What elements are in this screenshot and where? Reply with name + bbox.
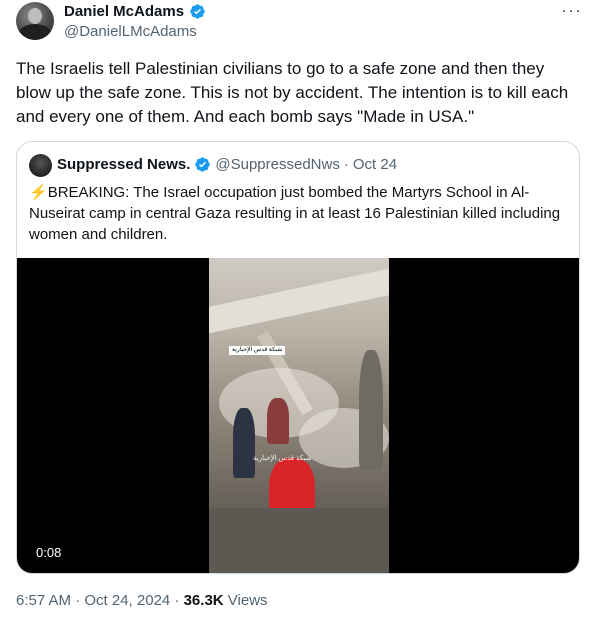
video-timecode: 0:08	[36, 545, 62, 560]
video-frame-image: شبكة قدس الإخبارية شبكة قدس الإخبارية	[209, 258, 389, 573]
collapsed-ceiling-slab	[209, 267, 389, 335]
views-label: Views	[223, 592, 268, 609]
avatar-shoulders-shape	[18, 24, 52, 40]
author-name[interactable]: Daniel McAdams	[64, 3, 184, 20]
author-name-row: Daniel McAdams	[64, 3, 206, 20]
rescuer-figure	[233, 408, 255, 478]
view-count: 36.3K	[183, 592, 224, 609]
video-watermark: شبكة قدس الإخبارية	[253, 455, 312, 462]
quote-author-name[interactable]: Suppressed News.	[57, 156, 190, 173]
quoted-tweet-card[interactable]: Suppressed News. @SuppressedNws · Oct 24…	[16, 141, 580, 574]
avatar-head-shape	[28, 8, 42, 24]
author-avatar[interactable]	[16, 2, 54, 40]
tweet-text: The Israelis tell Palestinian civilians …	[16, 59, 569, 126]
quote-separator: ·	[343, 156, 349, 173]
verified-badge-icon	[190, 4, 205, 19]
quote-text: ⚡BREAKING: The Israel occupation just bo…	[29, 182, 567, 245]
rescuer-figure	[359, 350, 383, 470]
author-handle[interactable]: @DanielLMcAdams	[64, 23, 197, 40]
rubble-pile	[209, 508, 389, 573]
rescuer-figure	[267, 398, 289, 444]
video-player[interactable]: شبكة قدس الإخبارية شبكة قدس الإخبارية 0:…	[17, 258, 579, 573]
quote-text-body: BREAKING: The Israel occupation just bom…	[29, 184, 561, 243]
quote-author-avatar[interactable]	[29, 154, 52, 177]
news-overlay-label: شبكة قدس الإخبارية	[229, 346, 286, 355]
lightning-bolt-icon: ⚡	[29, 184, 48, 201]
tweet-timestamp[interactable]: 6:57 AM · Oct 24, 2024 ·	[16, 592, 184, 609]
tweet-meta: 6:57 AM · Oct 24, 2024 · 36.3K Views	[16, 592, 268, 609]
quote-author-handle[interactable]: @SuppressedNws	[215, 156, 339, 173]
quote-verified-badge-icon	[195, 157, 211, 172]
quote-header: Suppressed News. @SuppressedNws · Oct 24	[57, 156, 397, 173]
more-options-button[interactable]: ···	[561, 0, 582, 21]
quote-date[interactable]: Oct 24	[353, 156, 397, 173]
